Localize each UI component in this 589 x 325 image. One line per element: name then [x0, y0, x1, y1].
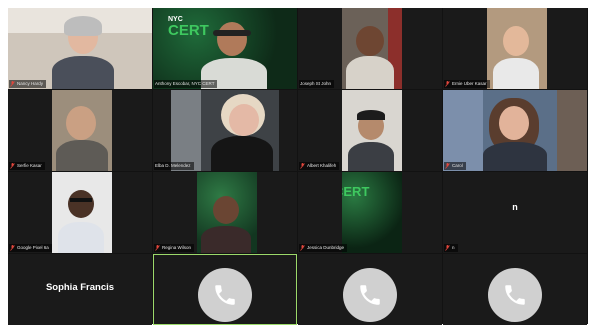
participant-video	[342, 90, 402, 171]
participant-tile[interactable]: Nancy Hardy	[8, 8, 152, 89]
muted-mic-icon	[155, 245, 160, 251]
participant-nametag: Serfie Kasar	[9, 162, 45, 170]
participant-tile[interactable]: Regina Wilson	[153, 172, 297, 253]
participant-nametag: Regina Wilson	[154, 244, 195, 252]
participant-tile[interactable]: Ernie Uber Kasar	[443, 8, 587, 89]
muted-mic-icon	[300, 245, 305, 251]
phone-participant-tile[interactable]	[298, 254, 442, 325]
phone-participant-tile[interactable]	[153, 254, 297, 325]
participant-tile[interactable]: Sophia Francis	[8, 254, 152, 325]
phone-icon	[215, 285, 235, 305]
participant-name: Serfie Kasar	[17, 163, 42, 168]
participant-nametag: Albert Khalifeh	[299, 162, 340, 170]
muted-mic-icon	[445, 163, 450, 169]
participant-video: CERT	[342, 172, 402, 253]
participant-video	[52, 172, 112, 253]
cert-logo: NYC CERT	[168, 16, 209, 38]
participant-initial: n	[512, 202, 518, 212]
participant-name: Elba D. Melendez	[155, 163, 191, 168]
participant-name: n	[452, 245, 455, 250]
cert-logo-cert: CERT	[168, 22, 209, 39]
participant-name: Google Pixel 6a	[17, 245, 49, 250]
participant-name: Ernie Uber Kasar	[452, 81, 487, 86]
participant-name: Regina Wilson	[162, 245, 192, 250]
phone-participant-tile[interactable]	[443, 254, 587, 325]
participant-nametag: Joseph St John	[299, 80, 335, 88]
phone-icon	[505, 285, 525, 305]
participant-tile[interactable]: Albert Khalifeh	[298, 90, 442, 171]
participant-video: NYC CERT	[153, 8, 297, 89]
phone-avatar	[343, 268, 397, 322]
participant-name: Joseph St John	[300, 81, 332, 86]
participant-tile[interactable]: Serfie Kasar	[8, 90, 152, 171]
participant-name: Albert Khalifeh	[307, 163, 337, 168]
phone-avatar	[198, 268, 252, 322]
participant-tile[interactable]: NYC CERT Anthony Escobar, NYC CERT	[153, 8, 297, 89]
participant-name: Nancy Hardy	[17, 81, 44, 86]
participant-tile[interactable]: Elba D. Melendez	[153, 90, 297, 171]
muted-mic-icon	[10, 81, 15, 87]
participant-video	[171, 90, 279, 171]
participant-name: Anthony Escobar, NYC CERT	[155, 81, 215, 86]
participant-display-name: Sophia Francis	[45, 282, 115, 293]
participant-nametag: Elba D. Melendez	[154, 162, 194, 170]
participant-video	[8, 8, 152, 89]
participant-nametag: Nancy Hardy	[9, 80, 47, 88]
participant-nametag: n	[444, 244, 458, 252]
muted-mic-icon	[10, 163, 15, 169]
participant-nametag: Ernie Uber Kasar	[444, 80, 490, 88]
video-gallery: Nancy Hardy NYC CERT Anthony Escobar, NY…	[8, 8, 588, 325]
participant-nametag: Jessica Dunbridge	[299, 244, 348, 252]
participant-video	[487, 8, 547, 89]
muted-mic-icon	[300, 163, 305, 169]
participant-video	[52, 90, 112, 171]
participant-tile[interactable]: n n	[443, 172, 587, 253]
participant-nametag: Anthony Escobar, NYC CERT	[154, 80, 218, 88]
muted-mic-icon	[445, 81, 450, 87]
phone-icon	[360, 285, 380, 305]
muted-mic-icon	[10, 245, 15, 251]
participant-tile[interactable]: CERT Jessica Dunbridge	[298, 172, 442, 253]
cert-logo-partial: CERT	[342, 184, 370, 199]
muted-mic-icon	[445, 245, 450, 251]
participant-tile[interactable]: Joseph St John	[298, 8, 442, 89]
participant-nametag: Google Pixel 6a	[9, 244, 52, 252]
participant-tile[interactable]: Carol	[443, 90, 587, 171]
participant-nametag: Carol	[444, 162, 466, 170]
participant-name: Jessica Dunbridge	[307, 245, 345, 250]
participant-name: Carol	[452, 163, 463, 168]
participant-video	[342, 8, 402, 89]
participant-tile[interactable]: Google Pixel 6a	[8, 172, 152, 253]
phone-avatar	[488, 268, 542, 322]
participant-video	[197, 172, 257, 253]
participant-video	[443, 90, 587, 171]
